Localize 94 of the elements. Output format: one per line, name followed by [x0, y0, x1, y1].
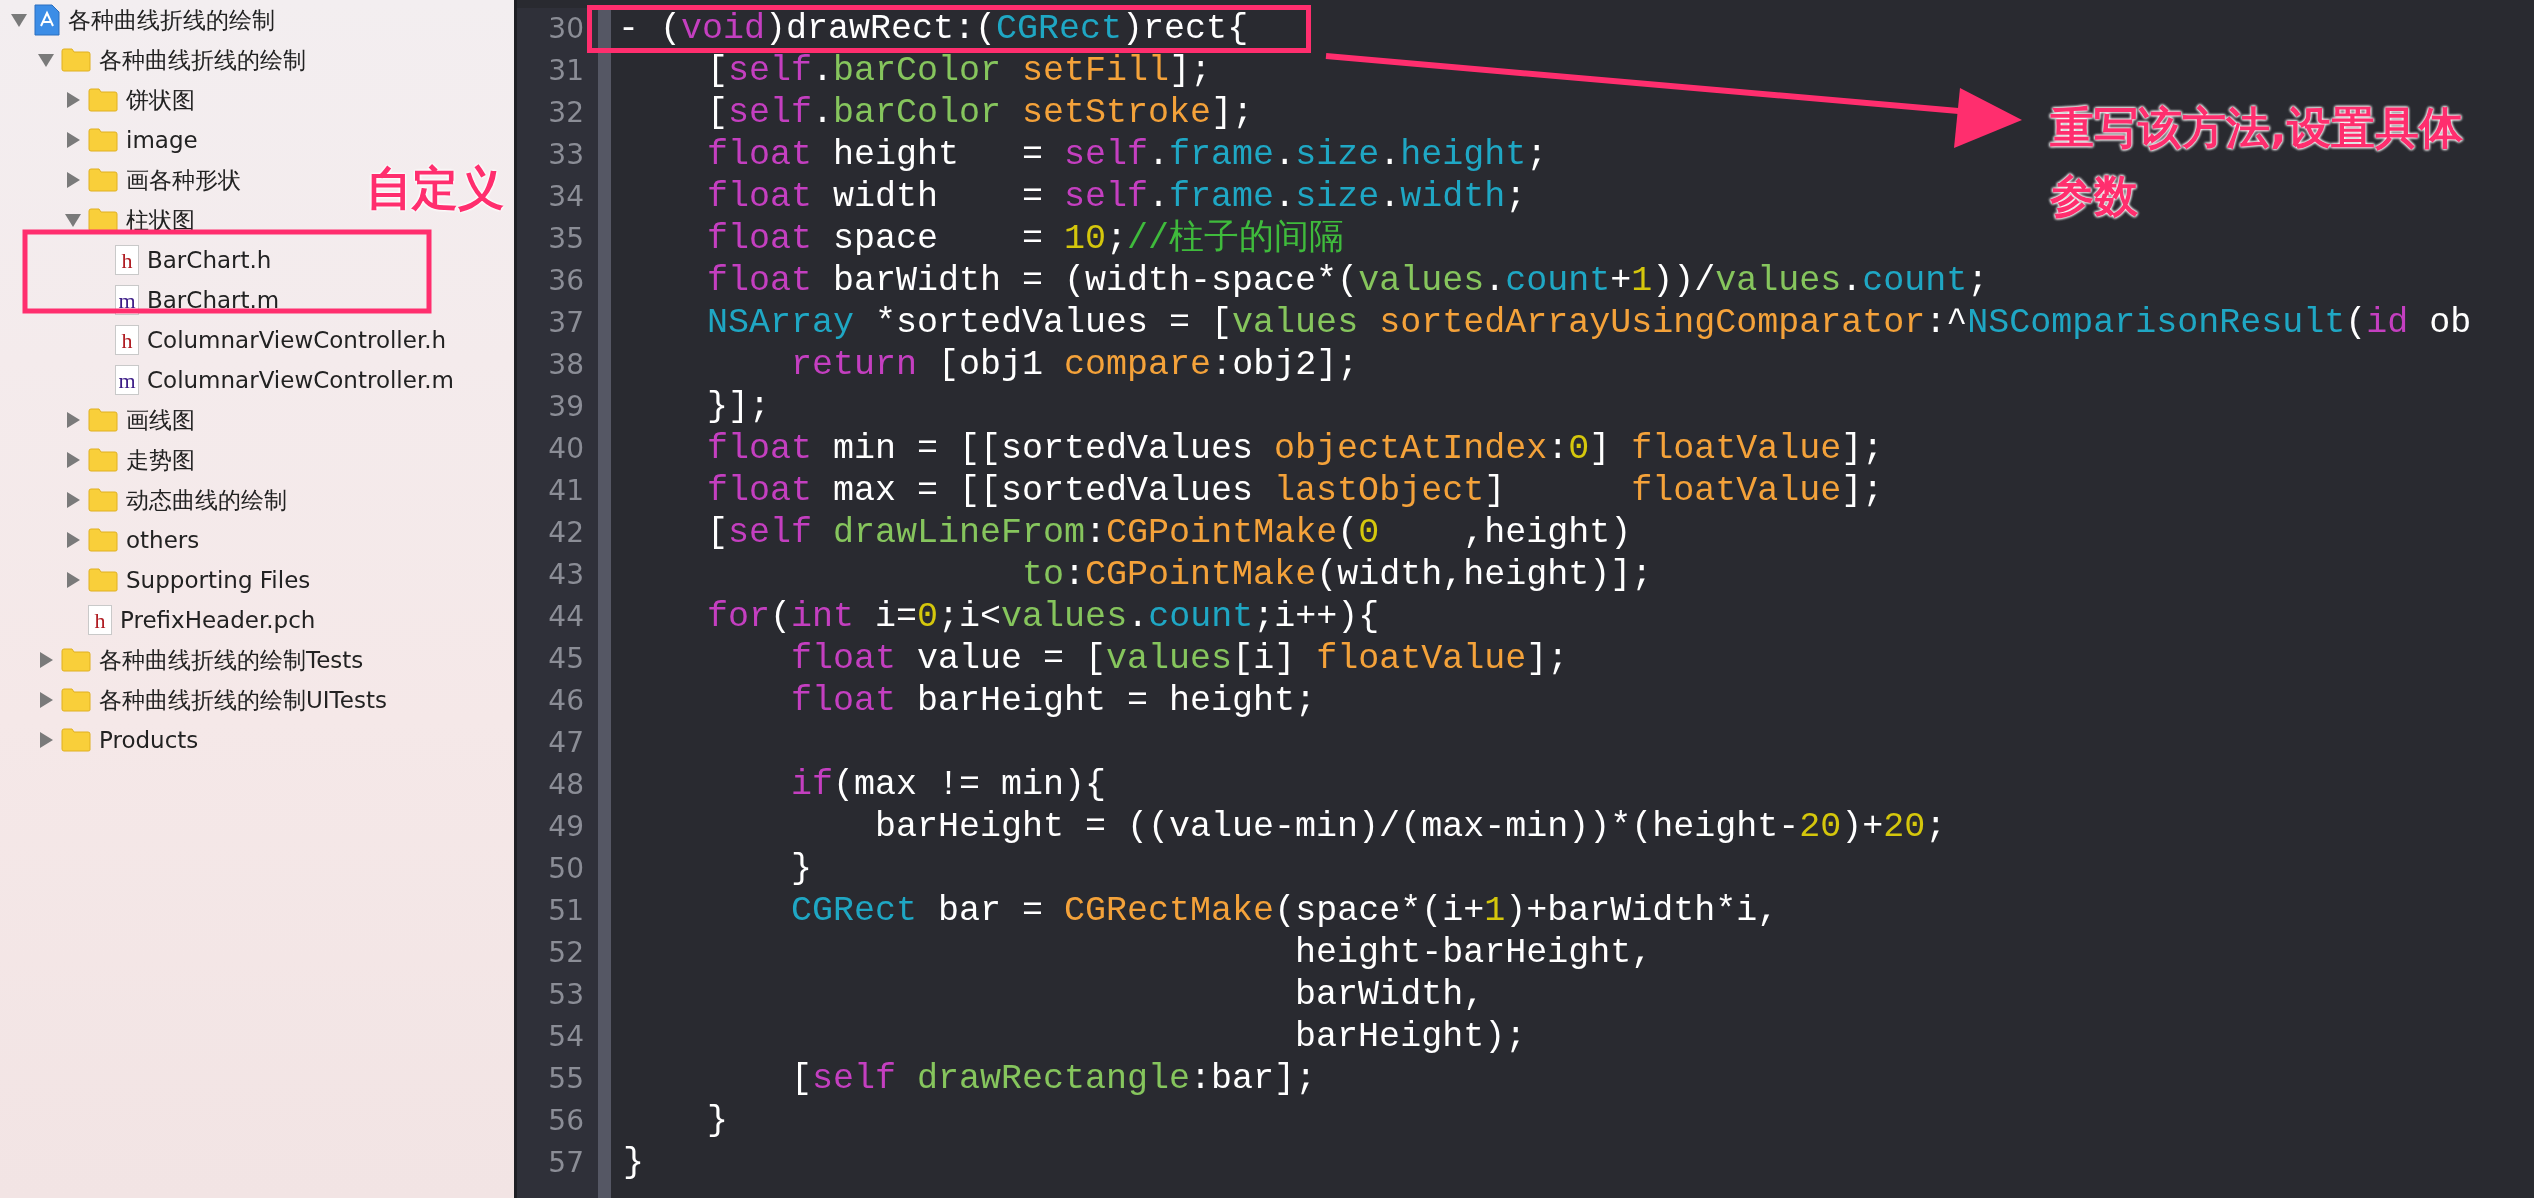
navigator-item[interactable]: ColumnarViewController.m — [147, 367, 454, 393]
line-number: 49 — [547, 809, 585, 845]
folder-icon — [88, 168, 118, 192]
folder-icon — [61, 728, 91, 752]
code-line: CGRect bar = CGRectMake(space*(i+1)+barWidth*i, — [790, 893, 1779, 929]
file-icon: m — [115, 365, 139, 395]
line-number: 55 — [547, 1061, 585, 1097]
annotation-text: 自定义 — [366, 160, 504, 217]
folder-icon — [88, 208, 118, 232]
code-line: [self.barColor setStroke]; — [706, 95, 1254, 131]
navigator-item[interactable]: 各种曲线折线的绘制UITests — [99, 684, 387, 716]
folder-icon — [88, 528, 118, 552]
code-line: if(max != min){ — [790, 767, 1107, 803]
line-number: 57 — [547, 1145, 585, 1181]
line-number: 45 — [547, 641, 585, 677]
line-number: 48 — [547, 767, 585, 803]
file-icon: h — [115, 325, 139, 355]
line-number: 53 — [547, 977, 585, 1013]
code-line: to:CGPointMake(width,height)]; — [1021, 557, 1653, 593]
navigator-item[interactable]: PrefixHeader.pch — [120, 607, 316, 633]
code-line: float barHeight = height; — [790, 683, 1317, 719]
code-line: } — [790, 851, 813, 887]
code-line: [self drawRectangle:bar]; — [790, 1061, 1317, 1097]
navigator-item[interactable]: 各种曲线折线的绘制 — [68, 4, 275, 36]
navigator-item[interactable]: 各种曲线折线的绘制 — [99, 44, 306, 76]
navigator-item[interactable]: 画各种形状 — [126, 164, 241, 196]
navigator-item[interactable]: 柱状图 — [126, 204, 195, 236]
line-number: 52 — [547, 935, 585, 971]
code-line: float height = self.frame.size.height; — [706, 137, 1548, 173]
line-number: 56 — [547, 1103, 585, 1139]
folder-icon — [88, 408, 118, 432]
navigator-item[interactable]: ColumnarViewController.h — [147, 327, 447, 353]
code-line: height-barHeight, — [1294, 935, 1653, 971]
callout-text: 重写该方法,设置具体参数 — [2050, 101, 2464, 223]
navigator-item[interactable]: 各种曲线折线的绘制Tests — [99, 644, 364, 676]
code-line: [self.barColor setFill]; — [706, 53, 1212, 89]
code-line: float barWidth = (width-space*(values.count+1))/values.count; — [706, 263, 1989, 299]
code-line: }]; — [706, 389, 771, 425]
line-number: 36 — [547, 263, 585, 299]
navigator-item[interactable]: 走势图 — [126, 444, 195, 476]
code-line: float space = 10;//柱子的间隔 — [706, 221, 1345, 257]
file-icon: h — [88, 605, 112, 635]
code-line: float min = [[sortedValues objectAtIndex:0] floatValue]; — [706, 431, 1884, 467]
code-line: [self drawLineFrom:CGPointMake(0 ,height) — [706, 515, 1632, 551]
line-number: 39 — [547, 389, 585, 425]
line-number: 44 — [547, 599, 585, 635]
line-number: 34 — [547, 179, 585, 215]
folder-icon — [61, 688, 91, 712]
folder-icon — [61, 48, 91, 72]
line-number: 47 — [547, 725, 585, 761]
folder-icon — [88, 448, 118, 472]
folder-icon — [88, 488, 118, 512]
code-line: float width = self.frame.size.width; — [706, 179, 1527, 215]
code-line: barHeight); — [1294, 1019, 1527, 1055]
line-number: 40 — [547, 431, 585, 467]
code-line: barHeight = ((value-min)/(max-min))*(height-20)+20; — [874, 809, 1947, 845]
code-line: return [obj1 compare:obj2]; — [790, 347, 1359, 383]
line-number: 32 — [547, 95, 585, 131]
navigator-item[interactable]: BarChart.m — [147, 287, 280, 313]
code-line: float max = [[sortedValues lastObject] floatValue]; — [706, 473, 1884, 509]
code-line: NSArray *sortedValues = [values sortedArrayUsingComparator:^NSComparisonResult(id ob — [706, 305, 2472, 341]
line-number: 46 — [547, 683, 585, 719]
line-number: 35 — [547, 221, 585, 257]
folder-icon — [61, 648, 91, 672]
code-line: - (void)drawRect:(CGRect)rect{ — [618, 11, 1249, 47]
code-line: float value = [values[i] floatValue]; — [790, 641, 1569, 677]
line-number: 30 — [547, 11, 585, 47]
line-number: 42 — [547, 515, 585, 551]
navigator-item[interactable]: 动态曲线的绘制 — [126, 484, 287, 516]
folder-icon — [88, 568, 118, 592]
navigator-item[interactable]: others — [126, 527, 200, 553]
line-number: 54 — [547, 1019, 585, 1055]
navigator-item[interactable]: 饼状图 — [126, 84, 195, 116]
line-number: 41 — [547, 473, 585, 509]
code-line: } — [623, 1145, 644, 1181]
line-number: 51 — [547, 893, 585, 929]
line-number: 43 — [547, 557, 585, 593]
navigator-item[interactable]: image — [126, 127, 198, 153]
file-icon: h — [115, 245, 139, 275]
navigator-item[interactable]: Products — [99, 727, 199, 753]
project-icon — [34, 4, 60, 36]
line-number: 31 — [547, 53, 585, 89]
navigator-item[interactable]: BarChart.h — [147, 247, 272, 273]
line-number: 50 — [547, 851, 585, 887]
code-line: for(int i=0;i<values.count;i++){ — [706, 599, 1380, 635]
navigator-item[interactable]: Supporting Files — [126, 567, 311, 593]
line-number: 37 — [547, 305, 585, 341]
code-line: } — [706, 1103, 729, 1139]
line-number: 38 — [547, 347, 585, 383]
code-line: barWidth, — [1294, 977, 1485, 1013]
line-number: 33 — [547, 137, 585, 173]
folder-icon — [88, 88, 118, 112]
folder-icon — [88, 128, 118, 152]
navigator-item[interactable]: 画线图 — [126, 404, 195, 436]
